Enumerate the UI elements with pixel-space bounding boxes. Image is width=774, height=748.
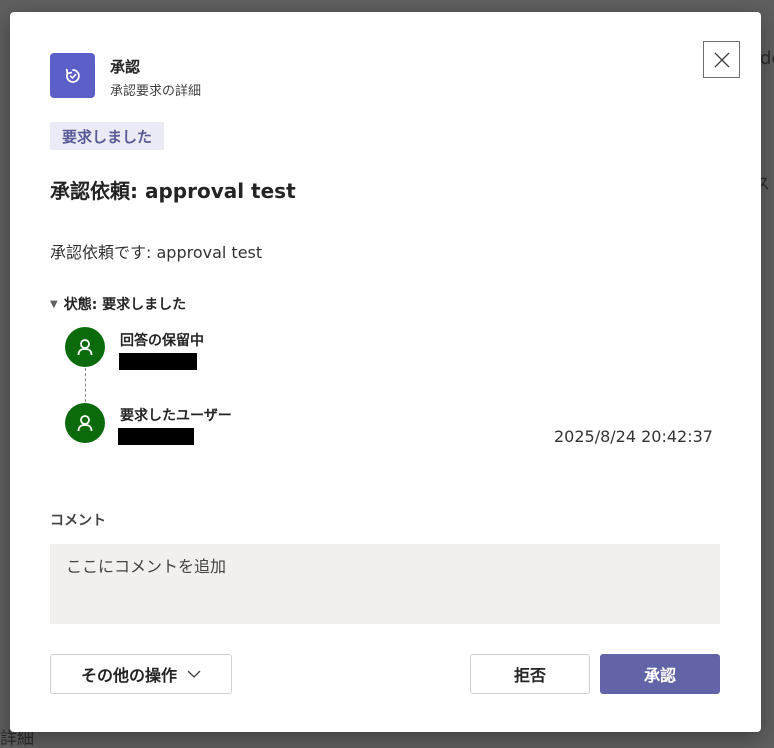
status-section-toggle[interactable]: ▼ 状態: 要求しました [50, 294, 186, 314]
request-title: 承認依頼: approval test [50, 179, 296, 203]
app-title: 承認 [110, 58, 141, 76]
avatar [65, 327, 105, 367]
more-actions-button[interactable]: その他の操作 [50, 654, 232, 694]
request-timestamp: 2025/8/24 20:42:37 [554, 427, 713, 446]
redacted-name [118, 428, 194, 445]
approve-button[interactable]: 承認 [600, 654, 720, 694]
chevron-down-icon [187, 670, 201, 679]
close-button[interactable] [703, 41, 740, 78]
approval-app-icon [50, 53, 95, 98]
avatar [65, 403, 105, 443]
comment-input[interactable] [50, 544, 720, 624]
request-description: 承認依頼です: approval test [50, 243, 263, 262]
person-icon [77, 339, 93, 356]
reject-button[interactable]: 拒否 [470, 654, 590, 694]
close-icon [714, 52, 729, 67]
redacted-name [119, 353, 197, 370]
more-actions-label: その他の操作 [80, 666, 177, 685]
background-text-fragment: de [760, 48, 774, 69]
app-subtitle: 承認要求の詳細 [110, 84, 202, 99]
timeline-connector [85, 368, 86, 402]
approval-refresh-icon [65, 68, 80, 83]
status-badge: 要求しました [50, 122, 165, 150]
comment-label: コメント [50, 513, 106, 529]
approval-dialog: 承認 承認要求の詳細 要求しました 承認依頼: approval test 承認… [10, 12, 761, 732]
requester-status: 要求したユーザー [120, 408, 232, 424]
person-icon [77, 415, 93, 432]
caret-down-icon: ▼ [50, 298, 58, 310]
approver-status: 回答の保留中 [120, 333, 204, 349]
status-section-label: 状態: 要求しました [63, 297, 187, 313]
